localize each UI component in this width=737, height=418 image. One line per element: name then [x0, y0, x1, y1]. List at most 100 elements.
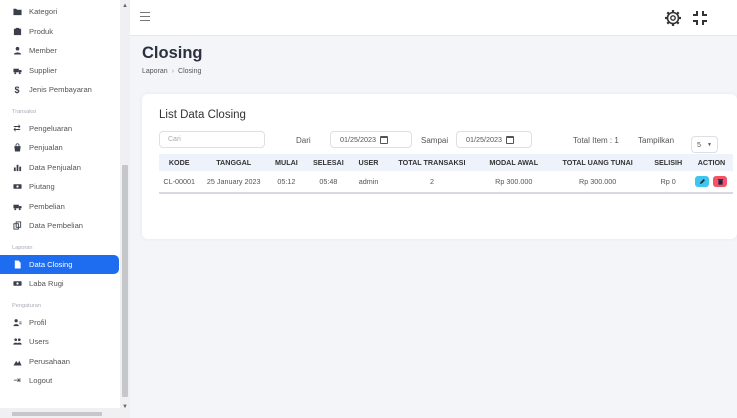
sidebar-item-label: Kategori [29, 7, 58, 17]
sidebar-item-penjualan[interactable]: Penjualan [0, 138, 129, 158]
trash-icon [717, 179, 724, 185]
edit-button[interactable] [695, 176, 710, 187]
closing-card: List Data Closing Cari Dari 01/25/2023 S… [142, 94, 737, 239]
logout-icon: ⇥ [13, 375, 21, 386]
table-cell: Rp 300.000 [495, 177, 533, 186]
breadcrumb-current: Closing [178, 68, 202, 75]
users-icon [12, 337, 22, 347]
total-item-label: Total Item : 1 [573, 136, 619, 145]
chevron-down-icon: ▼ [707, 141, 712, 148]
truck-icon [12, 65, 22, 75]
bag-icon [12, 143, 22, 153]
sidebar-scroll-thumb[interactable] [122, 165, 128, 397]
dollar-icon: $ [14, 84, 20, 95]
sidebar-horizontal-scrollbar[interactable] [0, 408, 120, 418]
column-header: TOTAL UANG TUNAI [562, 158, 633, 167]
sidebar-item-kategori[interactable]: Kategori [0, 2, 129, 22]
breadcrumb: Laporan › Closing [142, 68, 201, 75]
horizontal-scroll-thumb[interactable] [12, 412, 102, 416]
sidebar-section-heading: Laporan [12, 244, 33, 251]
scroll-down-icon[interactable]: ▼ [122, 404, 128, 410]
sidebar-section-heading: Transaksi [12, 108, 37, 115]
sidebar-item-data-pembelian[interactable]: Data Pembelian [0, 216, 129, 236]
sidebar-item-label: Jenis Pembayaran [29, 85, 92, 95]
sidebar-item-label: Produk [29, 26, 54, 36]
box-icon [12, 26, 22, 36]
column-header: MODAL AWAL [489, 158, 539, 167]
table-cell: 05:12 [277, 177, 296, 186]
sidebar-item-laba-rugi[interactable]: Laba Rugi [0, 274, 129, 294]
calendar-icon[interactable] [505, 135, 514, 144]
sidebar-item-label: Piutang [29, 182, 55, 192]
sidebar-item-piutang[interactable]: Piutang [0, 177, 129, 197]
action-cell [690, 171, 733, 193]
sidebar-item-jenis-pembayaran[interactable]: $ Jenis Pembayaran [0, 80, 129, 100]
copy-icon [12, 221, 22, 231]
exchange-icon: ⇄ [13, 122, 21, 133]
search-input[interactable]: Cari [159, 131, 265, 148]
sidebar-item-label: Data Pembelian [29, 221, 84, 231]
sidebar-item-label: Pengeluaran [29, 123, 73, 133]
sidebar-item-member[interactable]: Member [0, 41, 129, 61]
table-row: CL-00001 25 January 2023 05:12 05:48 admin 2 R… [159, 171, 733, 193]
pencil-icon [700, 179, 705, 184]
closing-table: KODE TANGGAL MULAI SELESAI USER TOTAL TRANSAK… [159, 154, 733, 194]
sidebar-item-label: Data Closing [29, 259, 73, 269]
breadcrumb-separator-icon: › [171, 68, 175, 75]
money-icon [12, 182, 22, 192]
column-header: SELISIH [654, 158, 683, 167]
card-title: List Data Closing [159, 109, 246, 121]
table-cell: 25 January 2023 [206, 177, 261, 186]
tampilkan-label: Tampilkan [638, 136, 675, 145]
column-header: USER [358, 158, 379, 167]
column-header: TANGGAL [216, 158, 252, 167]
sidebar-item-label: Users [29, 337, 49, 347]
column-header: ACTION [697, 158, 726, 167]
sidebar-item-users[interactable]: Users [0, 332, 129, 352]
delete-button[interactable] [713, 176, 728, 187]
fullscreen-icon[interactable] [690, 8, 710, 28]
money-icon [12, 279, 22, 289]
gear-icon[interactable] [663, 8, 683, 28]
sidebar-item-perusahaan[interactable]: Perusahaan [0, 352, 129, 372]
calendar-icon[interactable] [379, 135, 388, 144]
sidebar-item-pengeluaran[interactable]: ⇄ Pengeluaran [0, 119, 129, 139]
table-cell: Rp 300.000 [579, 177, 617, 186]
table-cell: CL-00001 [163, 177, 195, 186]
sidebar-item-label: Member [29, 46, 57, 56]
breadcrumb-laporan[interactable]: Laporan [142, 68, 168, 75]
sidebar-item-label: Data Penjualan [29, 162, 81, 172]
column-header: SELESAI [312, 158, 344, 167]
sidebar-item-supplier[interactable]: Supplier [0, 61, 129, 81]
scroll-up-icon[interactable]: ▲ [122, 3, 128, 9]
sidebar-item-pembelian[interactable]: Pembelian [0, 197, 129, 217]
table-cell: 05:48 [319, 177, 338, 186]
sampai-date-value: 01/25/2023 [466, 135, 502, 144]
sidebar-item-produk[interactable]: Produk [0, 22, 129, 42]
sidebar-item-profil[interactable]: Profil [0, 313, 129, 333]
sidebar-section-heading: Pengaturan [12, 302, 41, 309]
sidebar-item-data-closing[interactable]: Data Closing [0, 254, 119, 274]
dari-date-input[interactable]: 01/25/2023 [330, 131, 412, 148]
sidebar-item-label: Perusahaan [29, 356, 70, 366]
page-size-select[interactable]: 5 ▼ [691, 136, 718, 153]
column-header: TOTAL TRANSAKSI [398, 158, 466, 167]
sidebar-item-logout[interactable]: ⇥ Logout [0, 371, 129, 391]
dari-date-value: 01/25/2023 [340, 135, 376, 144]
sidebar-item-label: Supplier [29, 65, 57, 75]
sampai-label: Sampai [421, 136, 449, 145]
table-header-row: KODE TANGGAL MULAI SELESAI USER TOTAL TRANSAK… [159, 154, 733, 171]
sidebar-item-label: Pembelian [29, 201, 65, 211]
sidebar-item-label: Penjualan [29, 143, 63, 153]
file-icon [12, 259, 22, 269]
profile-icon [12, 317, 22, 327]
sidebar-item-data-penjualan[interactable]: Data Penjualan [0, 158, 129, 178]
sidebar-item-label: Laba Rugi [29, 279, 64, 289]
table-cell: admin [358, 177, 379, 186]
sidebar-scrollbar[interactable]: ▲ ▼ [120, 0, 130, 418]
page-size-value: 5 [697, 140, 701, 149]
sidebar-item-label: Logout [29, 376, 53, 386]
sampai-date-input[interactable]: 01/25/2023 [456, 131, 532, 148]
menu-toggle-icon[interactable] [140, 12, 150, 21]
sidebar: Kategori Produk Member Supplier $ Jenis Pemba… [0, 0, 130, 418]
